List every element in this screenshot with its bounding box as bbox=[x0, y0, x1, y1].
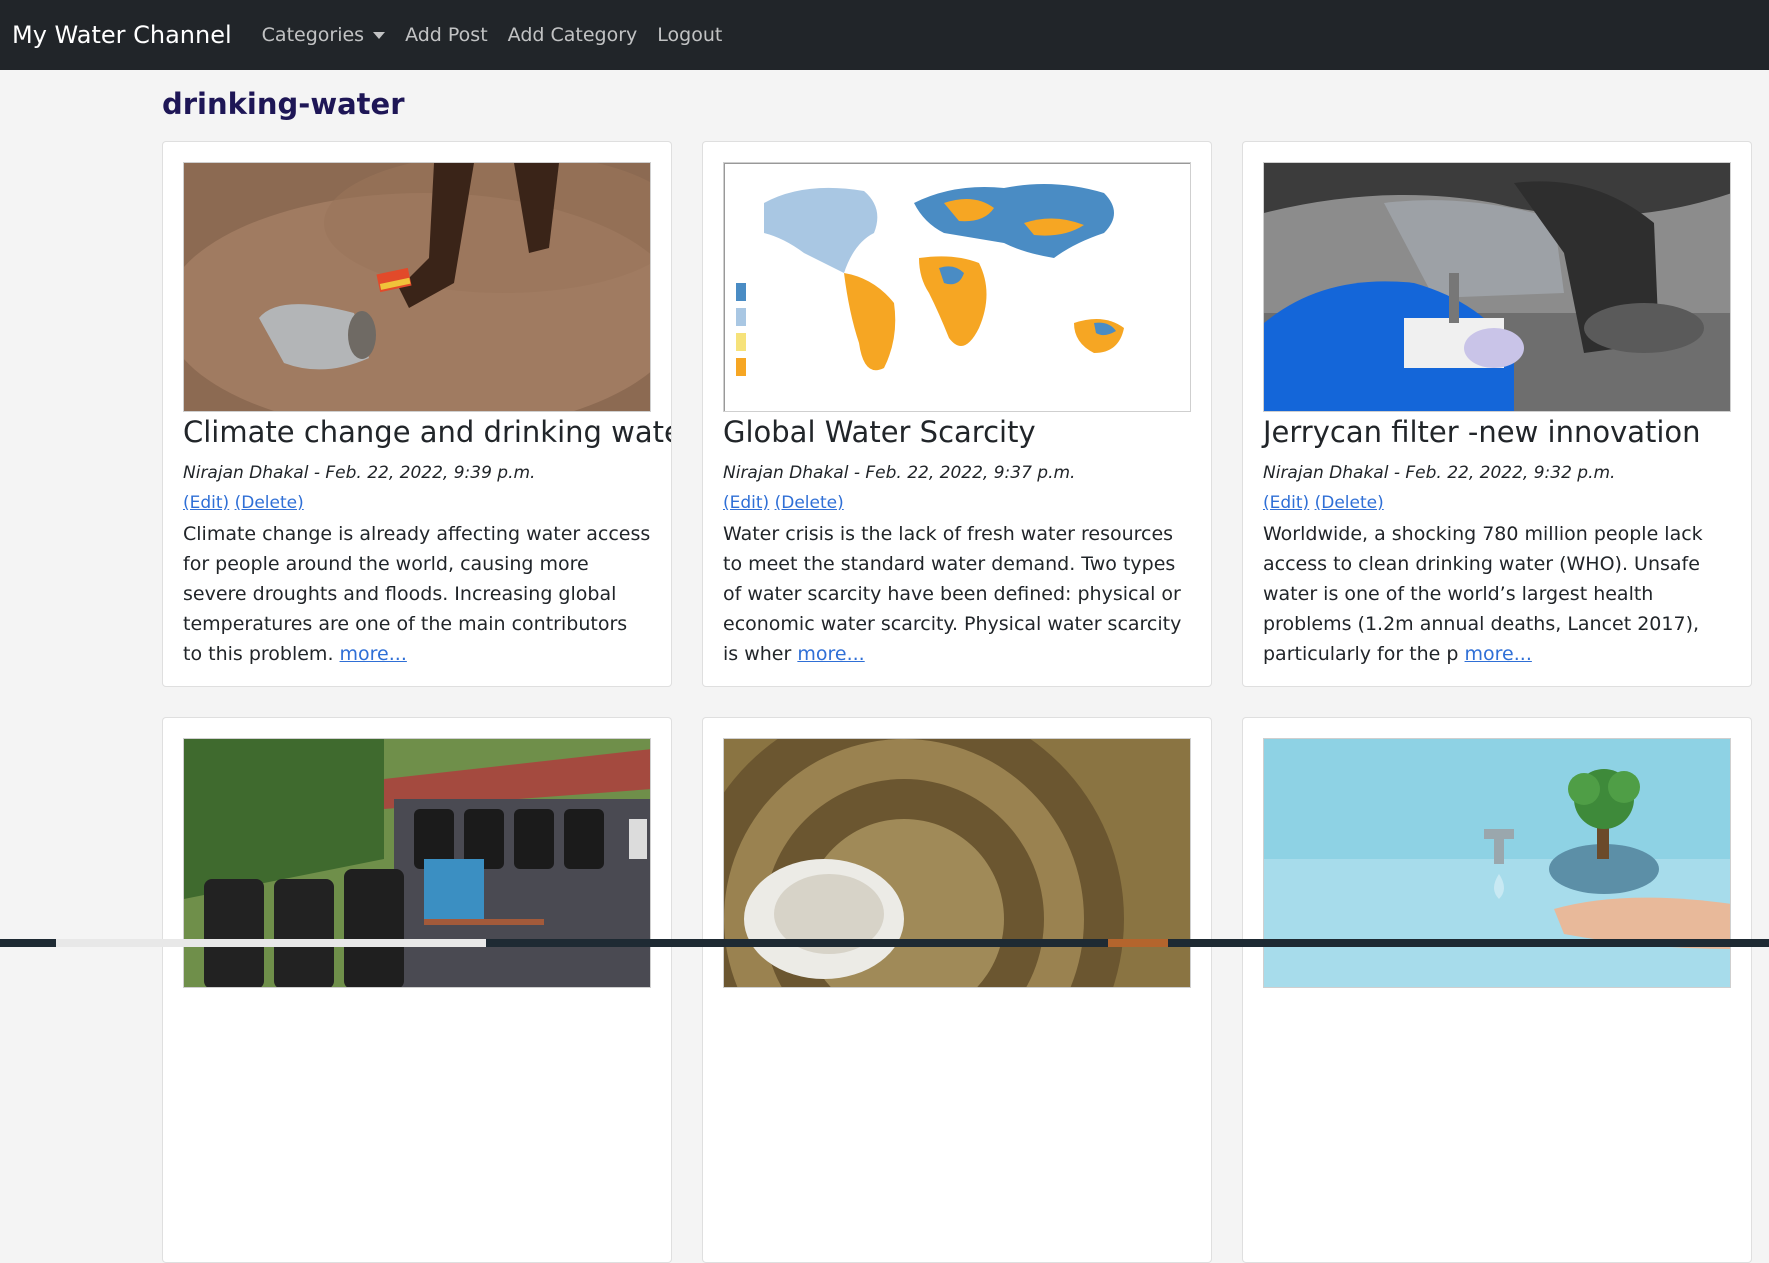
brand-link[interactable]: My Water Channel bbox=[12, 21, 232, 49]
post-image[interactable] bbox=[183, 738, 651, 988]
post-meta: Nirajan Dhakal - Feb. 22, 2022, 9:37 p.m… bbox=[723, 463, 1076, 483]
post-title[interactable]: Global Water Scarcity bbox=[723, 412, 1191, 452]
add-post-link[interactable]: Add Post bbox=[405, 24, 488, 46]
post-image[interactable] bbox=[1263, 162, 1731, 412]
post-actions: (Edit) (Delete) bbox=[183, 492, 651, 514]
post-image[interactable] bbox=[723, 738, 1191, 988]
categories-label: Categories bbox=[261, 24, 365, 46]
delete-link[interactable]: (Delete) bbox=[235, 493, 304, 513]
post-card: Jerrycan filter -new innovation Nirajan … bbox=[1242, 141, 1752, 687]
edit-link[interactable]: (Edit) bbox=[1263, 493, 1309, 513]
post-excerpt: Worldwide, a shocking 780 million people… bbox=[1263, 519, 1731, 669]
post-card bbox=[702, 717, 1212, 1263]
post-title[interactable]: Jerrycan filter -new innovation bbox=[1263, 412, 1731, 452]
post-title[interactable]: Climate change and drinking water bbox=[183, 412, 671, 452]
post-card: Global Water Scarcity Nirajan Dhakal - F… bbox=[702, 141, 1212, 687]
taskbar-item[interactable] bbox=[1108, 939, 1168, 947]
edit-link[interactable]: (Edit) bbox=[183, 493, 229, 513]
taskbar-item[interactable] bbox=[56, 939, 486, 947]
post-excerpt: Climate change is already affecting wate… bbox=[183, 519, 651, 669]
more-link[interactable]: more... bbox=[1465, 643, 1532, 665]
post-actions: (Edit) (Delete) bbox=[723, 492, 1191, 514]
post-actions: (Edit) (Delete) bbox=[1263, 492, 1731, 514]
delete-link[interactable]: (Delete) bbox=[775, 493, 844, 513]
more-link[interactable]: more... bbox=[340, 643, 407, 665]
post-image[interactable] bbox=[183, 162, 651, 412]
page-title: drinking-water bbox=[162, 87, 405, 121]
post-excerpt: Water crisis is the lack of fresh water … bbox=[723, 519, 1191, 669]
post-excerpt-text: Climate change is already affecting wate… bbox=[183, 523, 651, 665]
logout-link[interactable]: Logout bbox=[657, 24, 722, 46]
post-image[interactable] bbox=[723, 162, 1191, 412]
chevron-down-icon bbox=[373, 31, 386, 39]
taskbar bbox=[0, 939, 1769, 947]
post-card bbox=[1242, 717, 1752, 1263]
main-content: drinking-water Climate change and drinki… bbox=[162, 70, 1762, 1263]
post-card: Climate change and drinking water Niraja… bbox=[162, 141, 672, 687]
delete-link[interactable]: (Delete) bbox=[1315, 493, 1384, 513]
top-navbar: My Water Channel Categories Add Post Add… bbox=[0, 0, 1769, 70]
post-meta: Nirajan Dhakal - Feb. 22, 2022, 9:39 p.m… bbox=[183, 463, 536, 483]
more-link[interactable]: more... bbox=[797, 643, 864, 665]
post-meta: Nirajan Dhakal - Feb. 22, 2022, 9:32 p.m… bbox=[1263, 463, 1616, 483]
post-grid: Climate change and drinking water Niraja… bbox=[162, 141, 1762, 1263]
post-card bbox=[162, 717, 672, 1263]
categories-dropdown[interactable]: Categories bbox=[261, 24, 386, 46]
post-image[interactable] bbox=[1263, 738, 1731, 988]
add-category-link[interactable]: Add Category bbox=[508, 24, 638, 46]
edit-link[interactable]: (Edit) bbox=[723, 493, 769, 513]
post-excerpt-text: Water crisis is the lack of fresh water … bbox=[723, 523, 1182, 665]
